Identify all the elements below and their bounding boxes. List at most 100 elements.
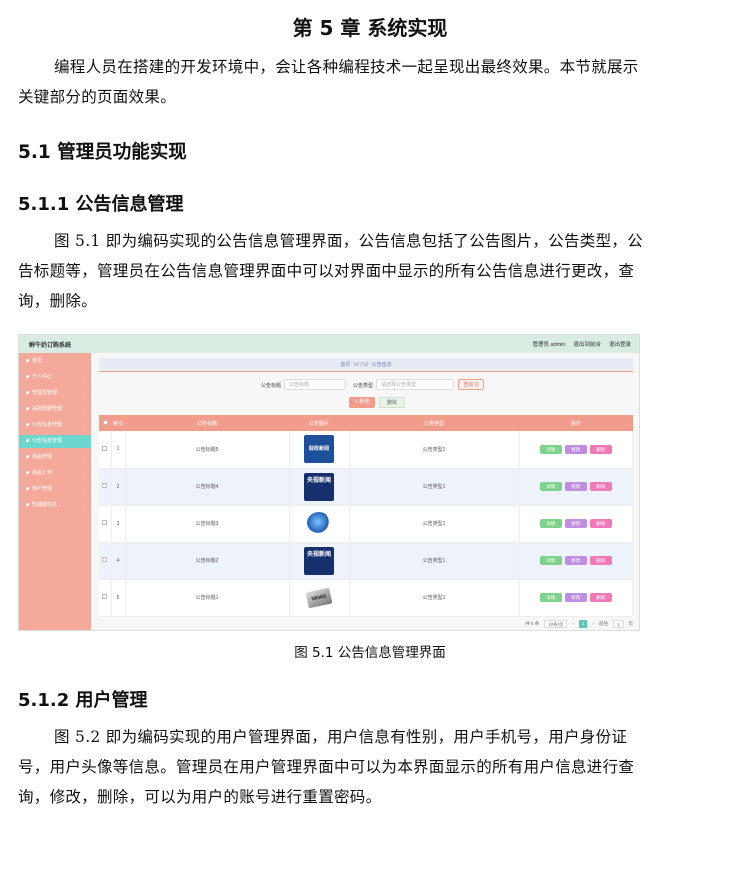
table-row: 3 公告标题3 公告类型1 详情 修改 删除 (99, 505, 633, 543)
menu-dot-icon (26, 359, 29, 363)
chapter-title: 第 5 章 系统实现 (292, 16, 448, 40)
row-select-cell[interactable] (99, 579, 112, 617)
header-actions: 操作 (519, 415, 633, 431)
edit-button[interactable]: 修改 (564, 444, 587, 454)
figure-caption: 图 5.1 公告信息管理界面 (294, 645, 446, 661)
paragraph-5-1-2: 图 5.2 即为编码实现的用户管理界面，用户信息有性别，用户手机号，用户身份证号… (18, 728, 635, 806)
type-label: 公告类型 (353, 383, 374, 389)
detail-button[interactable]: 详情 (539, 519, 562, 528)
notice-image (307, 511, 331, 534)
pager-total: 共 5 条 (525, 620, 540, 626)
table-row: 2 公告标题4 央视新闻 公告类型1 详情 修改 删除 (99, 468, 633, 506)
goto-label: 前往 (598, 620, 608, 626)
row-checkbox[interactable] (102, 520, 108, 525)
menu-dot-icon (26, 503, 29, 507)
chevron-icon: › (83, 390, 85, 396)
delete-row-button[interactable]: 删除 (589, 482, 612, 491)
chevron-icon: › (83, 502, 85, 508)
sidebar-item-label: 公告信息管理 (32, 422, 63, 428)
sidebar-item-label: 商品管理 (32, 454, 53, 460)
cell-type: 公告类型1 (349, 468, 520, 506)
add-button[interactable]: + 新增 (349, 397, 375, 408)
edit-button[interactable]: 修改 (564, 519, 587, 528)
chevron-icon: › (83, 406, 85, 412)
chevron-icon: › (83, 374, 85, 380)
search-button[interactable]: 查询 Q (458, 379, 484, 390)
detail-button[interactable]: 详情 (539, 556, 562, 565)
edit-button[interactable]: 修改 (564, 556, 587, 565)
page-size-select[interactable]: 10条/页 (544, 619, 568, 628)
cell-title: 公告标题2 (125, 542, 290, 580)
row-checkbox[interactable] (102, 483, 108, 488)
page-number[interactable]: 1 (578, 619, 588, 628)
cell-actions: 详情 修改 删除 (519, 431, 633, 469)
delete-row-button[interactable]: 删除 (589, 556, 612, 565)
row-select-cell[interactable] (99, 542, 112, 580)
header-type: 公告类型 (349, 415, 519, 431)
cell-title: 公告标题1 (125, 579, 290, 617)
sidebar-item[interactable]: 首页 (19, 355, 91, 368)
cell-title: 公告标题5 (125, 431, 290, 469)
table-row: 1 公告标题5 财政新闻 公告类型2 详情 修改 删除 (99, 431, 633, 469)
sidebar-item-label: 管理员管理 (32, 390, 58, 396)
detail-button[interactable]: 详情 (539, 593, 562, 602)
sidebar-item[interactable]: 管理员管理 › (19, 387, 91, 400)
menu-dot-icon (26, 471, 29, 475)
title-label: 公告标题 (261, 383, 282, 389)
search-bar: 公告标题 公告标题 公告类型 请选择公告类型 查询 Q (91, 379, 639, 391)
menu-dot-icon (26, 423, 29, 427)
delete-row-button[interactable]: 删除 (589, 444, 612, 454)
type-select[interactable]: 请选择公告类型 (376, 379, 454, 390)
logout-link[interactable]: 退出登录 (609, 340, 631, 348)
app-sidebar: 首页 个人中心 › 管理员管理 › 基础数据管理 › 公告信息管理 › 公告信息管理 商品管理 › 商品… (19, 353, 91, 630)
sidebar-item[interactable]: 个人中心 › (19, 371, 91, 384)
row-select-cell[interactable] (99, 468, 112, 506)
detail-button[interactable]: 详情 (539, 482, 562, 491)
sidebar-item[interactable]: 商品订单 › (19, 467, 91, 480)
row-checkbox[interactable] (102, 445, 108, 451)
sidebar-item[interactable]: 基础数据管理 › (19, 403, 91, 416)
table-row: 4 公告标题2 央视新闻 公告类型1 详情 修改 删除 (99, 542, 633, 580)
title-search-input[interactable]: 公告标题 (284, 379, 346, 390)
detail-button[interactable]: 详情 (539, 444, 562, 454)
next-page-icon[interactable]: › (592, 621, 594, 626)
paragraph-5-1-1: 图 5.1 即为编码实现的公告信息管理界面，公告信息包括了公告图片，公告类型，公… (18, 232, 644, 310)
delete-row-button[interactable]: 删除 (589, 519, 612, 528)
sidebar-item[interactable]: 公告信息管理 › (19, 419, 91, 432)
delete-button[interactable]: 删除 (379, 397, 405, 408)
chevron-icon: › (83, 486, 85, 492)
select-all-header[interactable] (99, 415, 111, 431)
sidebar-item[interactable]: 公告信息管理 (19, 435, 91, 448)
cell-image: NEWS (289, 579, 350, 617)
delete-row-button[interactable]: 删除 (589, 593, 612, 602)
row-checkbox[interactable] (102, 557, 108, 562)
select-all-checkbox[interactable] (102, 419, 108, 425)
prev-page-icon[interactable]: ‹ (572, 621, 574, 626)
cell-title: 公告标题4 (125, 468, 290, 506)
sidebar-item-label: 商品订单 (32, 470, 53, 476)
chevron-icon: › (83, 470, 85, 476)
cell-index: 1 (111, 431, 126, 469)
cell-image (289, 505, 350, 543)
cell-index: 2 (111, 468, 126, 506)
cell-type: 公告类型2 (349, 431, 520, 469)
sidebar-item[interactable]: 轮播图信息 › (19, 499, 91, 512)
cell-actions: 详情 修改 删除 (519, 579, 633, 617)
goto-page-input[interactable]: 1 (612, 619, 624, 628)
cell-image: 财政新闻 (289, 431, 350, 469)
sidebar-item[interactable]: 用户管理 › (19, 483, 91, 496)
page-suffix: 页 (628, 620, 634, 626)
row-select-cell[interactable] (99, 505, 112, 543)
section-heading-5-1-2: 5.1.2 用户管理 (18, 690, 148, 711)
row-select-cell[interactable] (99, 431, 112, 469)
row-checkbox[interactable] (102, 594, 108, 599)
app-topbar: 鲜牛奶订购系统 管理员 admin 退出到前台 退出登录 (19, 335, 639, 353)
edit-button[interactable]: 修改 (564, 482, 587, 491)
cell-image: 央视新闻 (289, 542, 350, 580)
sidebar-item[interactable]: 商品管理 › (19, 451, 91, 464)
breadcrumb: 首页（o'▽'o）公告信息 (99, 358, 633, 372)
to-front-link[interactable]: 退出到前台 (573, 340, 601, 348)
edit-button[interactable]: 修改 (564, 593, 587, 602)
menu-dot-icon (26, 391, 29, 395)
notice-image: 财政新闻 (304, 435, 334, 464)
